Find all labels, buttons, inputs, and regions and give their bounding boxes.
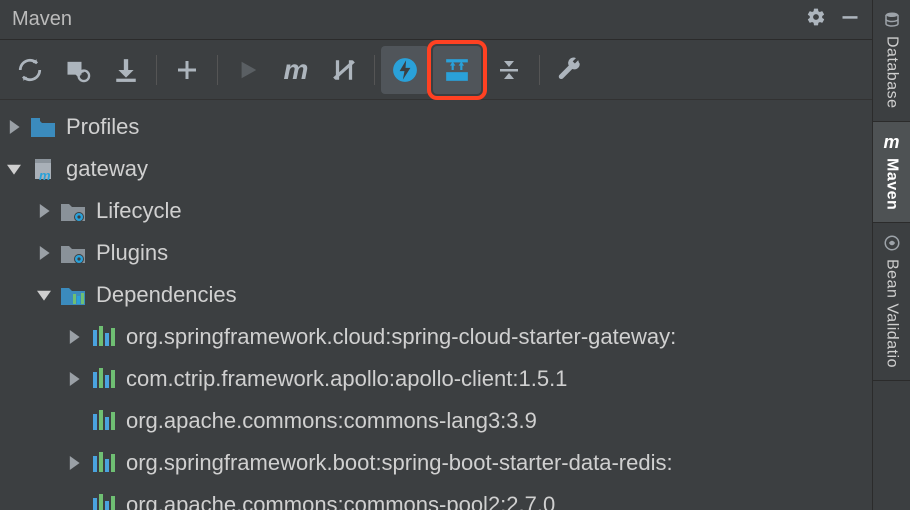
tool-tab-maven[interactable]: m Maven bbox=[873, 122, 910, 223]
collapse-all-icon[interactable] bbox=[485, 46, 533, 94]
library-icon bbox=[90, 366, 116, 392]
tool-window-title: Maven bbox=[12, 8, 806, 31]
maven-tree: Profiles m gateway Lifecycle bbox=[0, 100, 872, 510]
library-icon bbox=[90, 324, 116, 350]
add-icon[interactable] bbox=[163, 46, 211, 94]
run-icon[interactable] bbox=[224, 46, 272, 94]
chevron-right-icon[interactable] bbox=[34, 201, 54, 221]
maven-goal-icon[interactable]: m bbox=[272, 46, 320, 94]
tree-node-dependency[interactable]: com.ctrip.framework.apollo:apollo-client… bbox=[0, 358, 872, 400]
toolbar-separator bbox=[374, 55, 375, 85]
tool-tab-database[interactable]: Database bbox=[873, 0, 910, 122]
show-dependencies-highlight bbox=[427, 40, 487, 100]
tool-tab-label: Bean Validatio bbox=[883, 259, 901, 368]
svg-text:m: m bbox=[39, 168, 51, 181]
folder-gear-icon bbox=[60, 198, 86, 224]
toolbar-separator bbox=[539, 55, 540, 85]
tree-label: Dependencies bbox=[96, 282, 237, 308]
chevron-right-icon[interactable] bbox=[4, 117, 24, 137]
settings-wrench-icon[interactable] bbox=[546, 46, 594, 94]
folder-gear-icon bbox=[60, 240, 86, 266]
library-icon bbox=[90, 408, 116, 434]
database-icon bbox=[882, 10, 902, 30]
maven-toolbar: m bbox=[0, 40, 872, 100]
chevron-right-icon[interactable] bbox=[64, 453, 84, 473]
tree-node-dependency[interactable]: org.springframework.cloud:spring-cloud-s… bbox=[0, 316, 872, 358]
tree-node-dependency[interactable]: org.apache.commons:commons-lang3:3.9 bbox=[0, 400, 872, 442]
tree-node-dependency[interactable]: org.springframework.boot:spring-boot-sta… bbox=[0, 442, 872, 484]
tree-label: org.springframework.cloud:spring-cloud-s… bbox=[126, 324, 676, 350]
chevron-right-icon[interactable] bbox=[64, 327, 84, 347]
tree-label: gateway bbox=[66, 156, 148, 182]
reimport-icon[interactable] bbox=[6, 46, 54, 94]
maven-module-icon: m bbox=[30, 156, 56, 182]
library-icon bbox=[90, 450, 116, 476]
offline-mode-icon[interactable] bbox=[381, 46, 429, 94]
tree-node-lifecycle[interactable]: Lifecycle bbox=[0, 190, 872, 232]
titlebar: Maven bbox=[0, 0, 872, 40]
tree-node-profiles[interactable]: Profiles bbox=[0, 106, 872, 148]
tree-label: Lifecycle bbox=[96, 198, 182, 224]
tree-node-dependencies[interactable]: Dependencies bbox=[0, 274, 872, 316]
tree-label: Plugins bbox=[96, 240, 168, 266]
toolbar-separator bbox=[217, 55, 218, 85]
toggle-skip-tests-icon[interactable] bbox=[320, 46, 368, 94]
gear-icon[interactable] bbox=[806, 7, 826, 32]
maven-icon: m bbox=[882, 132, 902, 152]
tree-label: org.springframework.boot:spring-boot-sta… bbox=[126, 450, 673, 476]
tree-node-dependency[interactable]: org.apache.commons:commons-pool2:2.7.0 bbox=[0, 484, 872, 510]
tree-node-project[interactable]: m gateway bbox=[0, 148, 872, 190]
toolbar-separator bbox=[156, 55, 157, 85]
right-tool-tabs: Database m Maven Bean Validatio bbox=[872, 0, 910, 510]
folder-profiles-icon bbox=[30, 114, 56, 140]
chevron-right-icon[interactable] bbox=[64, 369, 84, 389]
library-icon bbox=[90, 492, 116, 510]
tree-label: com.ctrip.framework.apollo:apollo-client… bbox=[126, 366, 567, 392]
tool-tab-label: Database bbox=[883, 36, 901, 109]
tool-tab-bean-validation[interactable]: Bean Validatio bbox=[873, 223, 910, 381]
chevron-down-icon[interactable] bbox=[4, 159, 24, 179]
tree-label: org.apache.commons:commons-lang3:3.9 bbox=[126, 408, 537, 434]
show-dependencies-icon[interactable] bbox=[433, 46, 481, 94]
tool-tab-label: Maven bbox=[883, 158, 901, 210]
generate-sources-icon[interactable] bbox=[54, 46, 102, 94]
bean-validation-icon bbox=[882, 233, 902, 253]
tree-node-plugins[interactable]: Plugins bbox=[0, 232, 872, 274]
chevron-down-icon[interactable] bbox=[34, 285, 54, 305]
folder-dependencies-icon bbox=[60, 282, 86, 308]
download-icon[interactable] bbox=[102, 46, 150, 94]
minimize-icon[interactable] bbox=[840, 7, 860, 32]
tree-label: org.apache.commons:commons-pool2:2.7.0 bbox=[126, 492, 555, 510]
chevron-right-icon[interactable] bbox=[34, 243, 54, 263]
tree-label: Profiles bbox=[66, 114, 139, 140]
